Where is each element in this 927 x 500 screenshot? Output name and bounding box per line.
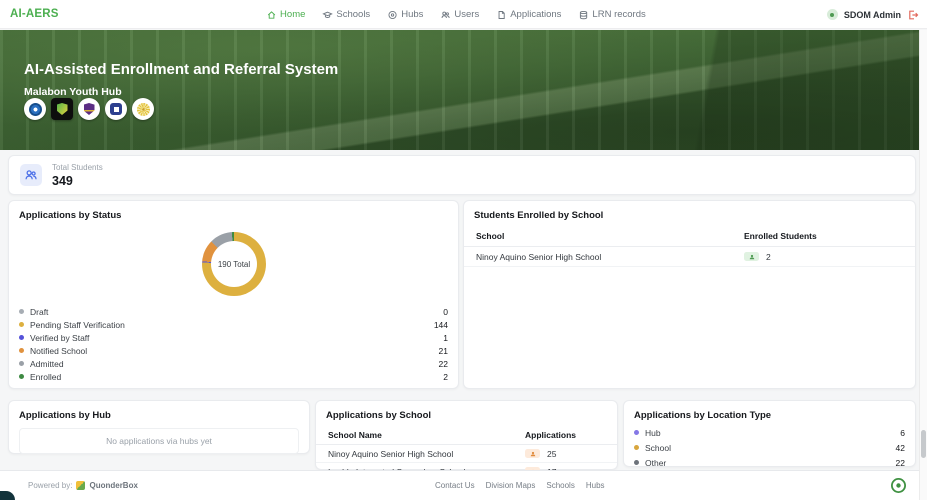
- footer-link-schools[interactable]: Schools: [546, 481, 574, 490]
- top-navbar: AI-AERS Home Schools Hubs Users Applicat…: [0, 0, 927, 29]
- footer: Powered by: QuonderBox Contact Us Divisi…: [0, 470, 927, 500]
- applications-badge-icon: [525, 449, 540, 458]
- legend-dot: [19, 348, 24, 353]
- location-item-other: Other 22: [624, 455, 915, 470]
- partner-logos: [24, 98, 154, 120]
- footer-link-contact[interactable]: Contact Us: [435, 481, 475, 490]
- user-status-avatar: [827, 9, 838, 20]
- legend-item-notified: Notified School 21: [9, 344, 458, 357]
- legend-dot: [19, 361, 24, 366]
- nav-item-applications[interactable]: Applications: [496, 9, 561, 20]
- legend-dot: [19, 309, 24, 314]
- applications-by-status-card: Applications by Status 190 Total Draft 0…: [8, 200, 459, 389]
- table-header: School Name Applications: [316, 425, 617, 445]
- partner-logo-3: [78, 98, 100, 120]
- partner-logo-5: [132, 98, 154, 120]
- table-row: Ninoy Aquino Senior High School 25: [316, 445, 617, 463]
- hub-icon: [387, 10, 397, 20]
- legend-item-verified: Verified by Staff 1: [9, 331, 458, 344]
- partner-logo-1: [24, 98, 46, 120]
- scrollbar-thumb[interactable]: [921, 430, 926, 458]
- nav-item-hubs[interactable]: Hubs: [387, 9, 423, 20]
- nav-item-schools[interactable]: Schools: [322, 9, 370, 20]
- partner-logo-4: [105, 98, 127, 120]
- card-title: Applications by Location Type: [624, 401, 915, 425]
- user-menu: SDOM Admin: [827, 0, 919, 29]
- footer-links: Contact Us Division Maps Schools Hubs: [435, 481, 605, 490]
- user-name[interactable]: SDOM Admin: [844, 10, 901, 20]
- total-students-value: 349: [52, 174, 103, 188]
- target-icon[interactable]: [890, 477, 907, 494]
- document-icon: [496, 10, 506, 20]
- applications-by-hub-card: Applications by Hub No applications via …: [8, 400, 310, 454]
- total-students-card: Total Students 349: [8, 155, 916, 195]
- corner-decoration: [0, 491, 15, 500]
- page-title: AI-Assisted Enrollment and Referral Syst…: [24, 61, 338, 78]
- applications-by-location-card: Applications by Location Type Hub 6 Scho…: [623, 400, 916, 467]
- partner-logo-2: [51, 98, 73, 120]
- school-icon: [322, 10, 332, 20]
- legend-item-enrolled: Enrolled 2: [9, 370, 458, 383]
- legend-dot: [19, 322, 24, 327]
- applications-by-school-card: Applications by School School Name Appli…: [315, 400, 618, 470]
- students-icon: [20, 164, 42, 186]
- location-item-hub: Hub 6: [624, 425, 915, 440]
- page-scrollbar[interactable]: [919, 30, 927, 500]
- users-icon: [440, 10, 450, 20]
- logout-icon[interactable]: [907, 9, 919, 21]
- table-row: Ninoy Aquino Senior High School 2: [464, 247, 915, 267]
- footer-link-division-maps[interactable]: Division Maps: [486, 481, 536, 490]
- main-nav: Home Schools Hubs Users Applications LRN…: [266, 0, 646, 29]
- status-legend: Draft 0 Pending Staff Verification 144 V…: [9, 305, 458, 383]
- powered-by: Powered by: QuonderBox: [28, 481, 138, 490]
- card-title: Applications by School: [316, 401, 617, 425]
- footer-link-hubs[interactable]: Hubs: [586, 481, 605, 490]
- legend-dot: [634, 445, 639, 450]
- legend-dot: [634, 430, 639, 435]
- records-icon: [578, 10, 588, 20]
- location-item-school: School 42: [624, 440, 915, 455]
- card-title: Students Enrolled by School: [464, 201, 915, 225]
- donut-center-label: 190 Total: [218, 260, 250, 269]
- status-donut-chart: 190 Total: [202, 232, 266, 296]
- table-header: School Enrolled Students: [464, 225, 915, 247]
- nav-item-home[interactable]: Home: [266, 9, 305, 20]
- app-logo[interactable]: AI-AERS: [10, 8, 59, 20]
- home-icon: [266, 10, 276, 20]
- quonderbox-logo-icon: [76, 481, 85, 490]
- enrolled-badge-icon: [744, 252, 759, 261]
- legend-item-admitted: Admitted 22: [9, 357, 458, 370]
- card-title: Applications by Hub: [9, 401, 309, 425]
- students-enrolled-card: Students Enrolled by School School Enrol…: [463, 200, 916, 389]
- empty-state: No applications via hubs yet: [19, 428, 299, 454]
- card-title: Applications by Status: [9, 201, 458, 225]
- legend-dot: [19, 335, 24, 340]
- legend-item-draft: Draft 0: [9, 305, 458, 318]
- nav-item-lrn-records[interactable]: LRN records: [578, 9, 645, 20]
- nav-item-users[interactable]: Users: [440, 9, 479, 20]
- legend-item-pending: Pending Staff Verification 144: [9, 318, 458, 331]
- hero-banner: AI-Assisted Enrollment and Referral Syst…: [0, 30, 920, 150]
- legend-dot: [634, 460, 639, 465]
- legend-dot: [19, 374, 24, 379]
- page-subtitle: Malabon Youth Hub: [24, 86, 122, 98]
- quonderbox-brand[interactable]: QuonderBox: [89, 481, 137, 490]
- total-students-label: Total Students: [52, 163, 103, 172]
